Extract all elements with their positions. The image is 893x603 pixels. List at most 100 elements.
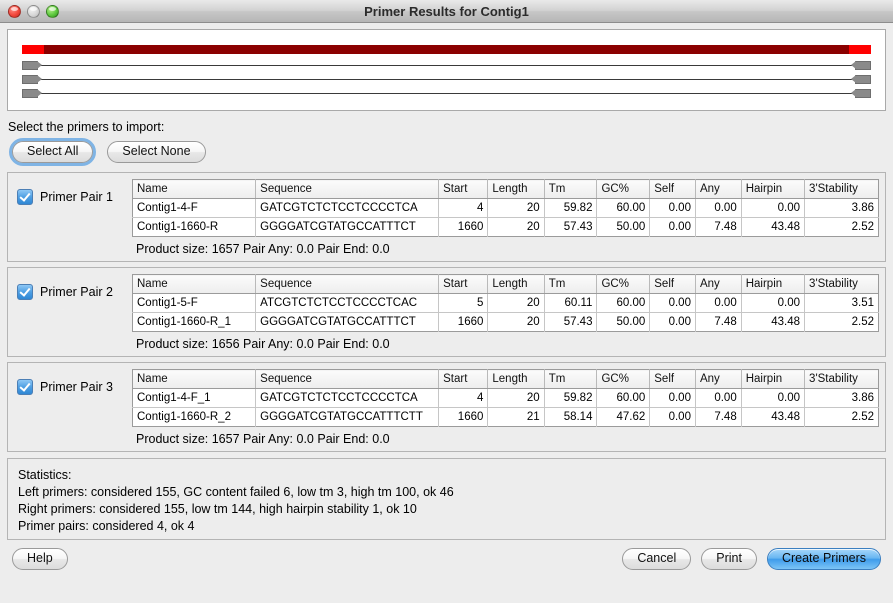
primer-pair-panel-1: Primer Pair 1 Name Sequence Start Length… (7, 172, 886, 262)
select-none-button[interactable]: Select None (107, 141, 206, 163)
cell-length: 21 (487, 407, 545, 427)
primer-pair-panel-3: Primer Pair 3 Name Sequence Start Length… (7, 362, 886, 452)
table-row[interactable]: Contig1-1660-R_2 GGGGATCGTATGCCATTTCTT 1… (132, 407, 879, 427)
column-header-any[interactable]: Any (695, 274, 742, 294)
cancel-button[interactable]: Cancel (622, 548, 692, 570)
primer-pair-panel-2: Primer Pair 2 Name Sequence Start Length… (7, 267, 886, 357)
create-primers-button[interactable]: Create Primers (766, 548, 881, 570)
cell-name: Contig1-1660-R (132, 217, 257, 237)
primer-pair-3-summary: Product size: 1657 Pair Any: 0.0 Pair En… (136, 432, 390, 446)
column-header-length[interactable]: Length (487, 179, 545, 199)
column-header-self[interactable]: Self (649, 369, 696, 389)
column-header-gc[interactable]: GC% (596, 179, 651, 199)
cell-sequence: GGGGATCGTATGCCATTTCT (255, 217, 440, 237)
cell-self: 0.00 (649, 407, 696, 427)
column-header-self[interactable]: Self (649, 274, 696, 294)
primer-pair-2-selector[interactable]: Primer Pair 2 (14, 274, 132, 300)
select-all-button[interactable]: Select All (8, 138, 97, 166)
column-header-stability[interactable]: 3'Stability (804, 369, 879, 389)
column-header-sequence[interactable]: Sequence (255, 369, 440, 389)
cell-any: 7.48 (695, 217, 742, 237)
reverse-primer-arrow-icon (851, 75, 871, 84)
close-light-icon[interactable] (8, 4, 21, 18)
cell-length: 20 (487, 293, 545, 313)
table-row[interactable]: Contig1-1660-R GGGGATCGTATGCCATTTCT 1660… (132, 217, 879, 237)
primer-pair-2-checkbox[interactable] (17, 284, 33, 300)
print-button[interactable]: Print (701, 548, 757, 570)
cell-hairpin: 43.48 (741, 217, 806, 237)
column-header-gc[interactable]: GC% (596, 274, 651, 294)
cell-any: 0.00 (695, 293, 742, 313)
column-header-length[interactable]: Length (487, 369, 545, 389)
cell-stability: 2.52 (851, 411, 874, 423)
cell-gc: 60.00 (596, 388, 651, 408)
column-header-hairpin[interactable]: Hairpin (741, 179, 806, 199)
cell-tm: 58.14 (544, 407, 598, 427)
cell-stability: 2.52 (851, 221, 874, 233)
cell-hairpin: 0.00 (741, 388, 806, 408)
primer-pair-2-details: Name Sequence Start Length Tm GC% Self A… (132, 274, 879, 351)
table-row[interactable]: Contig1-4-F_1 GATCGTCTCTCCTCCCCTCA 4 20 … (132, 388, 879, 408)
cell-any: 0.00 (695, 198, 742, 218)
column-header-any[interactable]: Any (695, 179, 742, 199)
column-header-any[interactable]: Any (695, 369, 742, 389)
forward-primer-arrow-icon (22, 89, 42, 98)
table-row[interactable]: Contig1-1660-R_1 GGGGATCGTATGCCATTTCT 16… (132, 312, 879, 332)
primer-pair-1-label: Primer Pair 1 (40, 190, 113, 204)
cell-stability: 3.86 (804, 198, 879, 218)
column-header-stability[interactable]: 3'Stability (804, 274, 879, 294)
primer-pair-1-selector[interactable]: Primer Pair 1 (14, 179, 132, 205)
dialog-actions: Cancel Print Create Primers (622, 548, 881, 570)
contig-body (44, 45, 849, 54)
column-header-tm[interactable]: Tm (544, 274, 598, 294)
column-header-stability[interactable]: 3'Stability (804, 179, 879, 199)
cell-stability: 3.51 (804, 293, 879, 313)
column-header-tm[interactable]: Tm (544, 369, 598, 389)
help-button[interactable]: Help (12, 548, 68, 570)
column-header-hairpin[interactable]: Hairpin (741, 274, 806, 294)
column-header-name[interactable]: Name (132, 179, 257, 199)
reverse-primer-arrow-icon (851, 61, 871, 70)
column-header-tm[interactable]: Tm (544, 179, 598, 199)
cell-length: 20 (487, 312, 545, 332)
amplicon-line (22, 79, 871, 80)
column-header-length[interactable]: Length (487, 274, 545, 294)
column-header-sequence[interactable]: Sequence (255, 179, 440, 199)
zoom-light-icon[interactable] (46, 4, 59, 18)
select-buttons-row: Select All Select None (8, 138, 893, 166)
column-header-start[interactable]: Start (438, 274, 489, 294)
primer-pair-3-checkbox[interactable] (17, 379, 33, 395)
column-header-name[interactable]: Name (132, 274, 257, 294)
column-header-start[interactable]: Start (438, 369, 489, 389)
cell-stability: 2.52 (851, 316, 874, 328)
contig-track (22, 45, 871, 54)
cell-tm: 57.43 (544, 217, 598, 237)
cell-hairpin: 0.00 (741, 293, 806, 313)
primer-pair-3-selector[interactable]: Primer Pair 3 (14, 369, 132, 395)
primer-map-diagram (7, 29, 886, 111)
column-header-self[interactable]: Self (649, 179, 696, 199)
cell-self: 0.00 (649, 312, 696, 332)
forward-primer-arrow-icon (22, 61, 42, 70)
table-header-row: Name Sequence Start Length Tm GC% Self A… (132, 274, 879, 294)
cell-name: Contig1-1660-R_2 (132, 407, 257, 427)
cell-start: 1660 (438, 407, 489, 427)
cell-tm: 59.82 (544, 198, 598, 218)
table-row[interactable]: Contig1-5-F ATCGTCTCTCCTCCCCTCAC 5 20 60… (132, 293, 879, 313)
cell-tm: 57.43 (544, 312, 598, 332)
cell-start: 4 (438, 388, 489, 408)
column-header-gc[interactable]: GC% (596, 369, 651, 389)
column-header-sequence[interactable]: Sequence (255, 274, 440, 294)
instruction-label: Select the primers to import: (8, 120, 165, 134)
minimize-light-icon[interactable] (27, 4, 40, 18)
cell-gc: 60.00 (596, 198, 651, 218)
column-header-name[interactable]: Name (132, 369, 257, 389)
amplicon-line (22, 93, 871, 94)
table-row[interactable]: Contig1-4-F GATCGTCTCTCCTCCCCTCA 4 20 59… (132, 198, 879, 218)
column-header-start[interactable]: Start (438, 179, 489, 199)
column-header-hairpin[interactable]: Hairpin (741, 369, 806, 389)
cell-length: 20 (487, 198, 545, 218)
statistics-title: Statistics: (18, 468, 72, 482)
forward-primer-arrow-icon (22, 75, 42, 84)
primer-pair-1-checkbox[interactable] (17, 189, 33, 205)
